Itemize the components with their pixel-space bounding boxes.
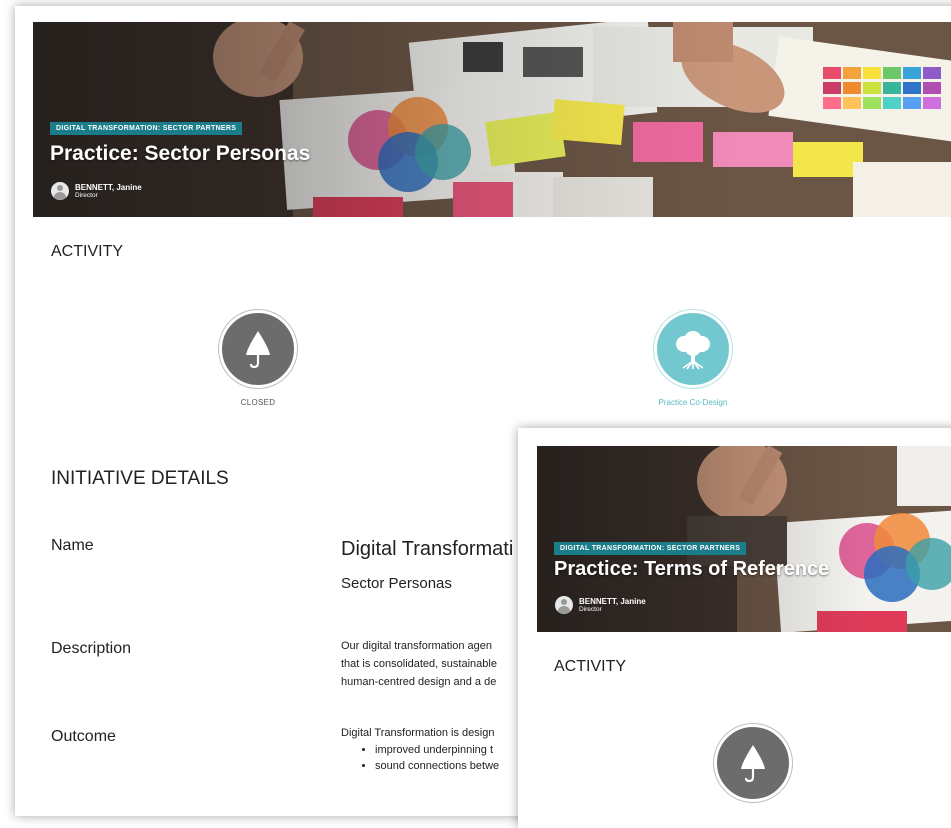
activity-label: Practice Co-Design xyxy=(658,398,728,407)
author-name: BENNETT, Janine xyxy=(75,182,142,192)
author-info[interactable]: BENNETT, Janine Director xyxy=(555,596,646,614)
umbrella-icon xyxy=(741,745,765,783)
activity-heading: ACTIVITY xyxy=(554,658,627,675)
author-role: Director xyxy=(579,605,602,613)
list-item: improved underpinning t xyxy=(375,742,499,758)
description-value: Our digital transformation agen that is … xyxy=(341,640,497,688)
avatar xyxy=(555,596,573,614)
umbrella-icon xyxy=(246,331,270,369)
list-item: sound connections betwe xyxy=(375,758,499,774)
page-title: Practice: Sector Personas xyxy=(50,142,311,165)
name-value-primary: Digital Transformati xyxy=(341,538,514,560)
initiative-tag: DIGITAL TRANSFORMATION: SECTOR PARTNERS xyxy=(50,122,243,135)
page-title: Practice: Terms of Reference xyxy=(554,558,830,580)
hero-banner: DIGITAL TRANSFORMATION: SECTOR PARTNERS … xyxy=(537,446,951,632)
name-label: Name xyxy=(51,537,94,554)
activity-item[interactable] xyxy=(698,724,808,802)
outcome-value: Digital Transformation is design improve… xyxy=(341,724,499,774)
name-value-secondary: Sector Personas xyxy=(341,575,452,592)
author-name: BENNETT, Janine xyxy=(579,596,646,606)
author-info[interactable]: BENNETT, Janine Director xyxy=(51,182,142,200)
details-heading: INITIATIVE DETAILS xyxy=(51,468,229,489)
initiative-tag: DIGITAL TRANSFORMATION: SECTOR PARTNERS xyxy=(554,542,747,555)
outcome-label: Outcome xyxy=(51,728,116,745)
initiative-card-terms-of-reference[interactable]: DIGITAL TRANSFORMATION: SECTOR PARTNERS … xyxy=(518,428,951,828)
activity-closed[interactable]: CLOSED xyxy=(203,310,313,407)
hero-banner: DIGITAL TRANSFORMATION: SECTOR PARTNERS … xyxy=(33,22,951,217)
avatar xyxy=(51,182,69,200)
activity-practice-co-design[interactable]: Practice Co-Design xyxy=(638,310,748,407)
description-label: Description xyxy=(51,640,132,657)
author-role: Director xyxy=(75,191,98,199)
tree-icon xyxy=(676,331,710,370)
activity-heading: ACTIVITY xyxy=(51,243,124,260)
activity-label: CLOSED xyxy=(240,398,276,407)
